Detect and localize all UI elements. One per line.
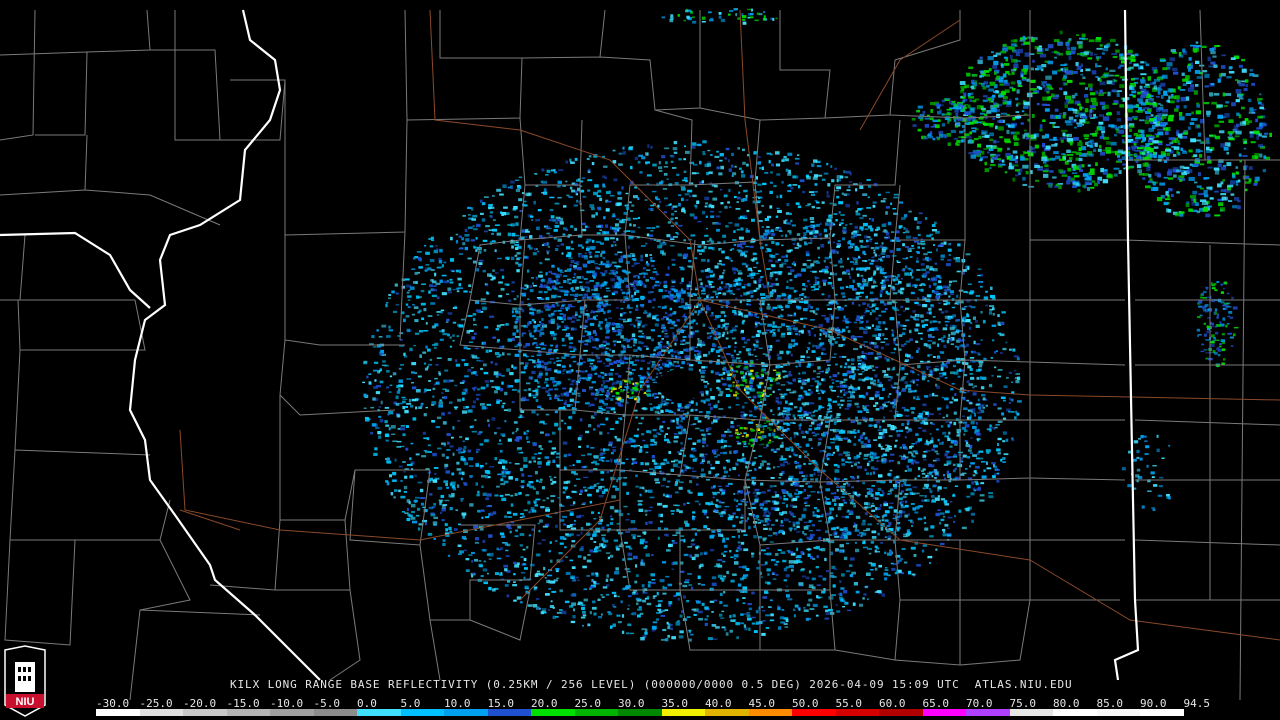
- legend-swatch: [748, 709, 793, 716]
- legend-color-bar: [96, 709, 1184, 716]
- radar-map: NIU: [0, 0, 1280, 720]
- legend-swatch: [531, 709, 575, 716]
- legend-swatch: [705, 709, 749, 716]
- legend-swatch: [313, 709, 358, 716]
- legend-swatch: [270, 709, 314, 716]
- legend-swatch: [487, 709, 532, 716]
- logo-text: NIU: [16, 696, 35, 708]
- legend-swatch: [879, 709, 923, 716]
- legend-swatch: [400, 709, 445, 716]
- legend-swatch: [792, 709, 836, 716]
- legend-swatch: [574, 709, 619, 716]
- legend-swatch: [183, 709, 227, 716]
- legend-label: 94.5: [1183, 697, 1211, 710]
- niu-logo: NIU: [4, 645, 46, 717]
- legend-swatch: [444, 709, 488, 716]
- legend-swatch: [1140, 709, 1184, 716]
- legend-swatch: [618, 709, 662, 716]
- legend-swatch: [1053, 709, 1097, 716]
- legend-swatch: [1009, 709, 1054, 716]
- legend-swatch: [1096, 709, 1141, 716]
- legend-labels: -30.0 -25.0 -20.0 -15.0 -10.0 -5.0 0.0 5.0 10.0 1…: [96, 697, 1210, 710]
- legend-swatch: [139, 709, 184, 716]
- product-caption: KILX LONG RANGE BASE REFLECTIVITY (0.25K…: [230, 678, 1073, 691]
- legend-swatch: [96, 709, 140, 716]
- legend-swatch: [835, 709, 880, 716]
- legend-swatch: [922, 709, 967, 716]
- legend-swatch: [966, 709, 1010, 716]
- legend-swatch: [357, 709, 401, 716]
- legend-swatch: [226, 709, 271, 716]
- legend-swatch: [661, 709, 706, 716]
